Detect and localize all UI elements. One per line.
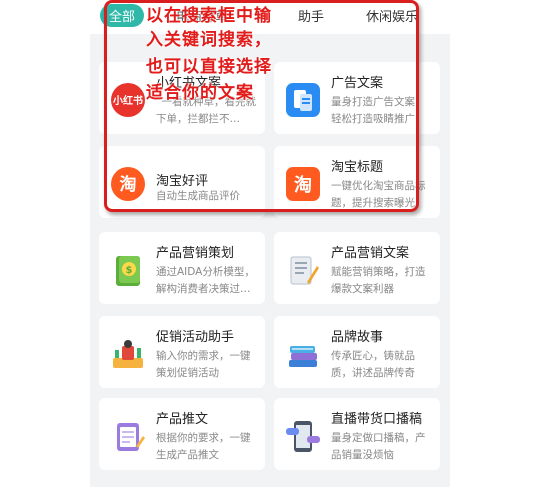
- card-title: 产品营销文案: [331, 246, 410, 261]
- svg-text:淘: 淘: [294, 174, 312, 196]
- tab-leisure[interactable]: 休闲娱乐: [366, 6, 418, 25]
- card-description: 根据你的要求，一键生成产品推文: [156, 432, 251, 461]
- card-description: 量身定做口播稿，产品销量没烦恼: [331, 432, 426, 461]
- card-ad-copy[interactable]: 广告文案 量身打造广告文案，轻松打造吸睛推广: [274, 62, 440, 134]
- card-title: 产品营销策划: [156, 246, 235, 261]
- tab-all[interactable]: 全部: [100, 4, 145, 27]
- annotation-text-line: 以在搜索框中输: [146, 6, 272, 26]
- card-title: 产品推文: [156, 412, 209, 427]
- annotation-text-line: 入关键词搜索，: [146, 30, 272, 50]
- card-description: 一键优化淘宝商品标题，提升搜索曝光: [331, 180, 426, 209]
- taobao-icon: 淘: [109, 165, 147, 203]
- card-product-marketing-copy[interactable]: 产品营销文案 赋能营销策略，打造爆款文案利器: [274, 232, 440, 304]
- card-description: 输入你的需求，一键策划促销活动: [156, 350, 251, 379]
- card-brand-story[interactable]: 品牌故事 传承匠心，铸就品质，讲述品牌传奇: [274, 316, 440, 388]
- annotation-text-line: 也可以直接选择: [146, 57, 272, 77]
- card-description: 赋能营销策略，打造爆款文案利器: [331, 266, 426, 295]
- taobao-icon: 淘: [284, 165, 322, 203]
- svg-text:小红书: 小红书: [112, 94, 143, 107]
- card-promotion-assistant[interactable]: 促销活动助手 输入你的需求，一键策划促销活动: [99, 316, 265, 388]
- card-description: 量身打造广告文案，轻松打造吸睛推广: [331, 96, 426, 125]
- notepad-icon: [109, 417, 147, 455]
- xiaohongshu-icon: 小红书: [109, 81, 147, 119]
- card-taobao-review[interactable]: 淘 淘宝好评 自动生成商品评价: [99, 146, 265, 218]
- money-book-icon: $: [109, 251, 147, 289]
- card-product-post[interactable]: 产品推文 根据你的要求，一键生成产品推文: [99, 398, 265, 470]
- svg-text:$: $: [126, 265, 133, 276]
- card-title: 直播带货口播稿: [331, 412, 423, 427]
- books-icon: [284, 335, 322, 373]
- annotation-text-line: 适合你的文案: [146, 83, 254, 103]
- document-icon: [284, 81, 322, 119]
- card-title: 促销活动助手: [156, 330, 235, 345]
- card-title: 广告文案: [331, 76, 384, 91]
- card-description: 传承匠心，铸就品质，讲述品牌传奇: [331, 350, 415, 379]
- card-title: 淘宝好评: [156, 174, 209, 189]
- card-description: 通过AIDA分析模型，解构消费者决策过…: [156, 266, 255, 295]
- svg-text:淘: 淘: [120, 174, 137, 195]
- card-livestream-script[interactable]: 直播带货口播稿 量身定做口播稿，产品销量没烦恼: [274, 398, 440, 470]
- script-pen-icon: [284, 251, 322, 289]
- card-description: 自动生成商品评价: [156, 190, 240, 202]
- card-product-marketing-plan[interactable]: $ 产品营销策划 通过AIDA分析模型，解构消费者决策过…: [99, 232, 265, 304]
- tab-assistant[interactable]: 助手: [298, 6, 324, 25]
- card-title: 品牌故事: [331, 330, 384, 345]
- promotion-icon: [109, 335, 147, 373]
- phone-chat-icon: [284, 417, 322, 455]
- card-taobao-title[interactable]: 淘 淘宝标题 一键优化淘宝商品标题，提升搜索曝光: [274, 146, 440, 218]
- card-title: 淘宝标题: [331, 160, 384, 175]
